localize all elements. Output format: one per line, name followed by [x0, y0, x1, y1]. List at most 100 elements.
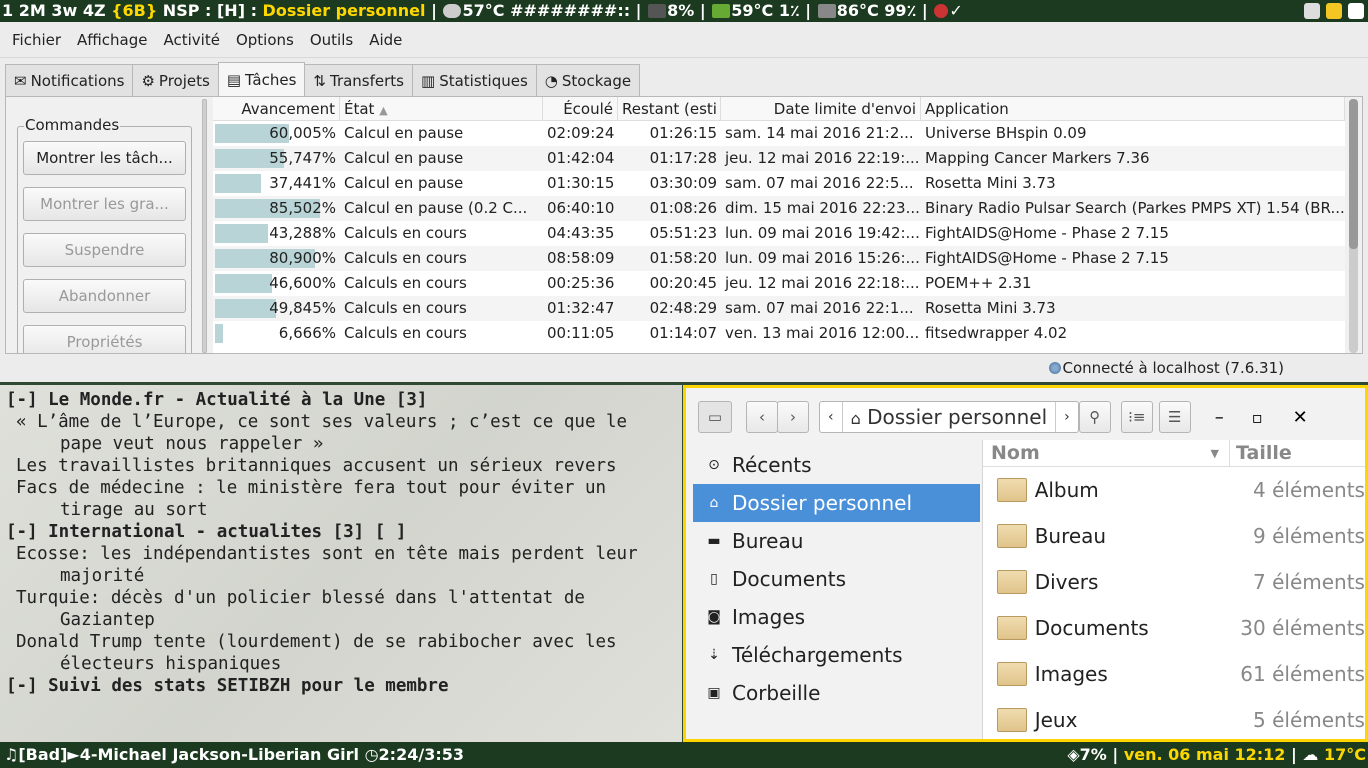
- path-right-arrow[interactable]: ›: [1055, 402, 1078, 432]
- sidebar-item[interactable]: ⇣ Téléchargements: [693, 636, 980, 674]
- path-left-arrow[interactable]: ‹: [820, 402, 843, 432]
- menu-outils[interactable]: Outils: [302, 31, 361, 49]
- sidebar-item[interactable]: ⌂ Dossier personnel: [693, 484, 980, 522]
- path-home[interactable]: ⌂ Dossier personnel: [843, 402, 1056, 432]
- folder-icon: [997, 662, 1027, 686]
- sidebar-item[interactable]: ⊙ Récents: [693, 446, 980, 484]
- table-row[interactable]: 80,900% Calculs en cours 08:58:09 01:58:20 l…: [213, 246, 1345, 271]
- tab-transferts[interactable]: ⇅ Transferts: [304, 64, 413, 96]
- col-avancement[interactable]: Avancement: [213, 97, 340, 120]
- feed-item[interactable]: Ecosse: les indépendantistes sont en têt…: [6, 543, 682, 565]
- forward-button[interactable]: ›: [777, 401, 809, 433]
- feed-item[interactable]: Les travaillistes britanniques accusent …: [6, 455, 682, 477]
- abort-button[interactable]: Abandonner: [23, 279, 186, 313]
- progress-bar: [215, 274, 273, 293]
- file-row[interactable]: Images 61 éléments: [983, 651, 1365, 697]
- feed-item[interactable]: pape veut nous rappeler »: [6, 433, 682, 455]
- places-sidebar: ⊙ Récents ⌂ Dossier personnel ▬ Bureau ▯ Docume…: [693, 446, 980, 739]
- col-nom[interactable]: Nom ▼: [983, 440, 1230, 466]
- col-taille[interactable]: Taille: [1230, 440, 1292, 466]
- table-row[interactable]: 37,441% Calcul en pause 01:30:15 03:30:09 sa…: [213, 171, 1345, 196]
- sidebar-item[interactable]: ▯ Documents: [693, 560, 980, 598]
- scrollbar-thumb[interactable]: [1349, 99, 1358, 249]
- tab-taches[interactable]: ▤ Tâches: [217, 62, 306, 96]
- application-cell: FightAIDS@Home - Phase 2 7.15: [925, 249, 1169, 267]
- feed-item[interactable]: « L’âme de l’Europe, ce sont ses valeurs…: [6, 411, 682, 433]
- file-row[interactable]: Album 4 éléments: [983, 467, 1365, 513]
- table-scrollbar[interactable]: [1349, 99, 1358, 353]
- rss-terminal[interactable]: [-] Le Monde.fr - Actualité à la Une [3]…: [0, 385, 682, 742]
- state-cell: Calculs en cours: [344, 274, 467, 292]
- sidebar-item[interactable]: ◙ Images: [693, 598, 980, 636]
- folder-icon: [997, 708, 1027, 732]
- feed-item[interactable]: Facs de médecine : le ministère fera tou…: [6, 477, 682, 499]
- menu-button[interactable]: ☰: [1158, 401, 1191, 433]
- menu-activite[interactable]: Activité: [156, 31, 228, 49]
- view-toggle-button[interactable]: ⁝≡: [1120, 401, 1153, 433]
- properties-button[interactable]: Propriétés: [23, 325, 186, 353]
- mail-icon[interactable]: [1348, 3, 1364, 19]
- workspace-list[interactable]: 1 2M 3w 4Z: [2, 1, 111, 20]
- tab-statistiques[interactable]: ▥ Statistiques: [412, 64, 537, 96]
- tray: [1304, 3, 1364, 19]
- feed-item[interactable]: tirage au sort: [6, 499, 682, 521]
- deadline-cell: dim. 15 mai 2016 22:23...: [725, 199, 920, 217]
- file-row[interactable]: Divers 7 éléments: [983, 559, 1365, 605]
- menu-options[interactable]: Options: [228, 31, 302, 49]
- search-button[interactable]: ⚲: [1078, 401, 1111, 433]
- sidebar-item-label: Documents: [732, 567, 847, 591]
- sidebar-item[interactable]: ▬ Bureau: [693, 522, 980, 560]
- connection-text: Connecté à localhost (7.6.31): [1062, 359, 1285, 377]
- file-row[interactable]: Bureau 9 éléments: [983, 513, 1365, 559]
- now-playing[interactable]: [Bad]►4-Michael Jackson-Liberian Girl: [18, 745, 364, 764]
- tab-projets[interactable]: ⚙ Projets: [132, 64, 219, 96]
- volume-level[interactable]: 7%: [1080, 745, 1107, 764]
- table-row[interactable]: 55,747% Calcul en pause 01:42:04 01:17:28 je…: [213, 146, 1345, 171]
- menubar: Fichier Affichage Activité Options Outil…: [0, 22, 1368, 58]
- drive-icon[interactable]: ▭: [698, 401, 732, 433]
- table-row[interactable]: 49,845% Calculs en cours 01:32:47 02:48:29 s…: [213, 296, 1345, 321]
- tab-stockage[interactable]: ◔ Stockage: [535, 64, 641, 96]
- table-row[interactable]: 43,288% Calculs en cours 04:43:35 05:51:23 l…: [213, 221, 1345, 246]
- table-row[interactable]: 60,005% Calcul en pause 02:09:24 01:26:15 sa…: [213, 121, 1345, 146]
- progress-bar: [215, 324, 224, 343]
- back-button[interactable]: ‹: [746, 401, 778, 433]
- elapsed-cell: 08:58:09: [547, 249, 615, 267]
- col-ecoule[interactable]: Écoulé: [543, 97, 618, 120]
- feed-item[interactable]: Gaziantep: [6, 609, 682, 631]
- sidebar-item[interactable]: ▣ Corbeille: [693, 674, 980, 712]
- menu-fichier[interactable]: Fichier: [4, 31, 69, 49]
- suspend-button[interactable]: Suspendre: [23, 233, 186, 267]
- col-date-limite[interactable]: Date limite d'envoi: [721, 97, 921, 120]
- show-graphics-button[interactable]: Montrer les gra...: [23, 187, 186, 221]
- maximize-button[interactable]: ▫: [1252, 408, 1263, 427]
- splitter[interactable]: [202, 99, 207, 353]
- feed-item[interactable]: électeurs hispaniques: [6, 653, 682, 675]
- settings-icon[interactable]: [1304, 3, 1320, 19]
- tab-notifications[interactable]: ✉ Notifications: [5, 64, 134, 96]
- file-row[interactable]: Jeux 5 éléments: [983, 697, 1365, 739]
- weather-temp: 17°C: [1323, 745, 1366, 764]
- notes-icon[interactable]: [1326, 3, 1342, 19]
- tab-label: Tâches: [245, 70, 297, 89]
- file-list: Nom ▼ Taille Album 4 éléments Bureau 9 éléme…: [982, 440, 1365, 739]
- table-row[interactable]: 85,502% Calcul en pause (0.2 C... 06:40:10…: [213, 196, 1345, 221]
- menu-affichage[interactable]: Affichage: [69, 31, 155, 49]
- path-label: Dossier personnel: [867, 405, 1048, 429]
- feed-item[interactable]: majorité: [6, 565, 682, 587]
- col-application[interactable]: Application: [921, 97, 1345, 120]
- table-row[interactable]: 6,666% Calculs en cours 00:11:05 01:14:07 ve…: [213, 321, 1345, 346]
- close-button[interactable]: ✕: [1293, 407, 1308, 428]
- feed-item[interactable]: Turquie: décès d'un policier blessé dans…: [6, 587, 682, 609]
- col-restant[interactable]: Restant (esti: [618, 97, 721, 120]
- menu-aide[interactable]: Aide: [361, 31, 410, 49]
- show-tasks-button[interactable]: Montrer les tâch...: [23, 141, 186, 175]
- cpu-temp: 57°C ########::: [462, 1, 631, 20]
- feed-heading: [-] Le Monde.fr - Actualité à la Une [3]: [6, 390, 428, 410]
- file-row[interactable]: Documents 30 éléments: [983, 605, 1365, 651]
- application-cell: Rosetta Mini 3.73: [925, 299, 1056, 317]
- feed-item[interactable]: Donald Trump tente (lourdement) de se ra…: [6, 631, 682, 653]
- col-etat[interactable]: État ▲: [340, 97, 543, 120]
- table-row[interactable]: 46,600% Calculs en cours 00:25:36 00:20:45 j…: [213, 271, 1345, 296]
- minimize-button[interactable]: –: [1215, 407, 1224, 428]
